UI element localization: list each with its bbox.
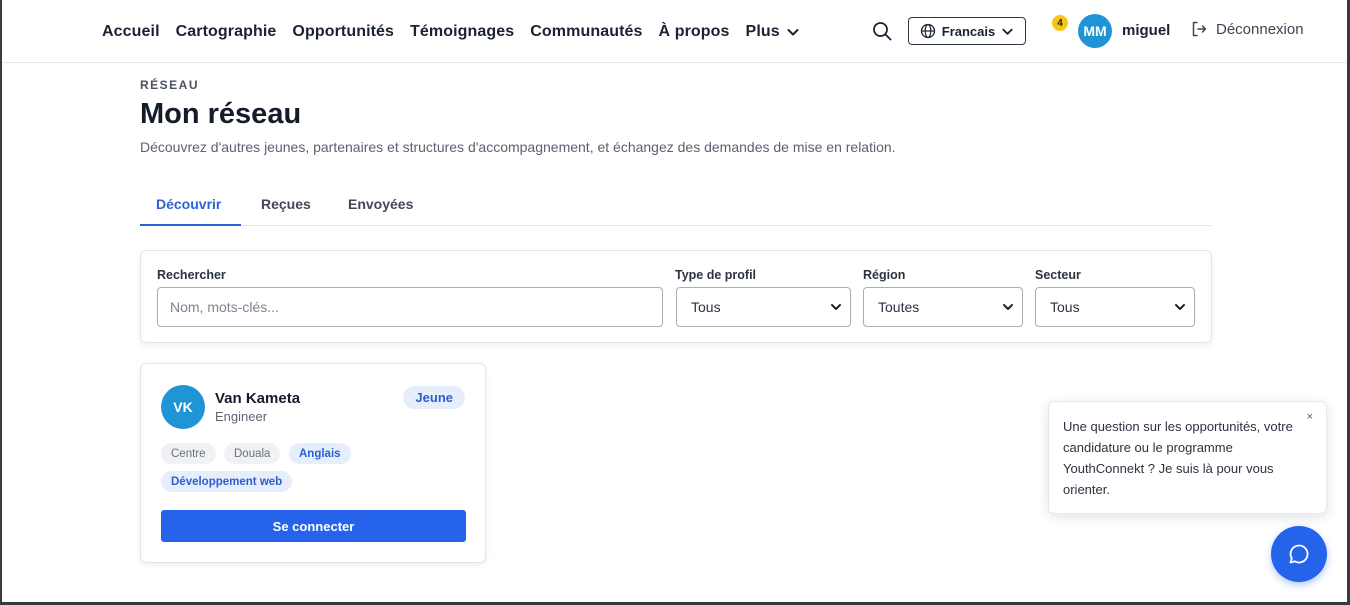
filter-panel: Rechercher Nom, mots-clés... Type de pro…	[140, 250, 1212, 343]
chat-message: Une question sur les opportunités, votre…	[1063, 419, 1293, 497]
nav-item-opportunites[interactable]: Opportunités	[292, 23, 394, 41]
search-input[interactable]: Nom, mots-clés...	[157, 287, 663, 327]
profile-tag: Centre	[161, 443, 216, 464]
profile-role: Engineer	[215, 409, 268, 424]
nav-item-temoignages[interactable]: Témoignages	[410, 23, 514, 41]
profile-type-value: Tous	[691, 299, 721, 315]
nav-more-label: Plus	[745, 22, 780, 40]
profile-avatar: VK	[161, 385, 205, 429]
nav-more-menu[interactable]: Plus	[746, 23, 800, 41]
logout-label: Déconnexion	[1216, 20, 1304, 38]
page-title: Mon réseau	[140, 98, 302, 130]
language-label: Francais	[941, 23, 996, 39]
chevron-down-icon	[787, 28, 799, 35]
close-icon[interactable]: ×	[1307, 411, 1313, 423]
sector-select[interactable]: Tous	[1035, 287, 1195, 327]
notification-badge[interactable]: 4	[1052, 15, 1068, 31]
chat-bubble-icon	[1289, 544, 1309, 564]
chevron-down-icon	[1003, 304, 1013, 310]
profile-name: Van Kameta	[215, 390, 301, 407]
profile-tag: Développement web	[161, 471, 293, 492]
page-subtitle: Découvrez d'autres jeunes, partenaires e…	[140, 139, 896, 155]
profile-type-label: Type de profil	[675, 268, 757, 282]
active-tab-indicator	[140, 224, 241, 226]
tab-recues[interactable]: Reçues	[261, 196, 311, 212]
sector-label: Secteur	[1035, 268, 1081, 282]
profile-tag: Douala	[224, 443, 281, 464]
region-select[interactable]: Toutes	[863, 287, 1023, 327]
logout-button[interactable]: Déconnexion	[1190, 20, 1304, 38]
profile-tag: Anglais	[289, 443, 351, 464]
chat-popup: Une question sur les opportunités, votre…	[1048, 401, 1327, 514]
region-value: Toutes	[878, 299, 920, 315]
profile-type-select[interactable]: Tous	[676, 287, 851, 327]
region-label: Région	[863, 268, 906, 282]
tab-envoyees[interactable]: Envoyées	[348, 196, 413, 212]
profile-type-badge: Jeune	[403, 386, 465, 409]
user-avatar[interactable]: MM	[1078, 14, 1112, 48]
connect-button[interactable]: Se connecter	[161, 510, 466, 542]
chevron-down-icon	[1175, 304, 1185, 310]
network-tabs: Découvrir Reçues Envoyées	[140, 184, 1212, 226]
profile-card: VK Van Kameta Engineer Jeune Centre Doua…	[140, 363, 486, 563]
tab-decouvrir[interactable]: Découvrir	[156, 196, 221, 212]
nav-item-a-propos[interactable]: À propos	[659, 23, 730, 41]
chevron-down-icon	[831, 304, 841, 310]
search-icon[interactable]	[871, 20, 893, 42]
page-eyebrow: RÉSEAU	[140, 78, 200, 92]
nav-item-accueil[interactable]: Accueil	[102, 23, 160, 41]
nav-item-cartographie[interactable]: Cartographie	[176, 23, 277, 41]
chevron-down-icon	[1002, 28, 1013, 35]
chat-launcher-button[interactable]	[1271, 526, 1327, 582]
logout-icon	[1192, 21, 1207, 37]
top-navigation-bar: Accueil Cartographie Opportunités Témoig…	[0, 0, 1350, 63]
globe-icon	[920, 23, 935, 39]
nav-item-communautes[interactable]: Communautés	[530, 23, 642, 41]
search-label: Rechercher	[157, 268, 226, 282]
language-selector[interactable]: Francais	[908, 17, 1026, 45]
username[interactable]: miguel	[1122, 22, 1170, 39]
sector-value: Tous	[1050, 299, 1080, 315]
main-nav: Accueil Cartographie Opportunités Témoig…	[102, 0, 800, 63]
